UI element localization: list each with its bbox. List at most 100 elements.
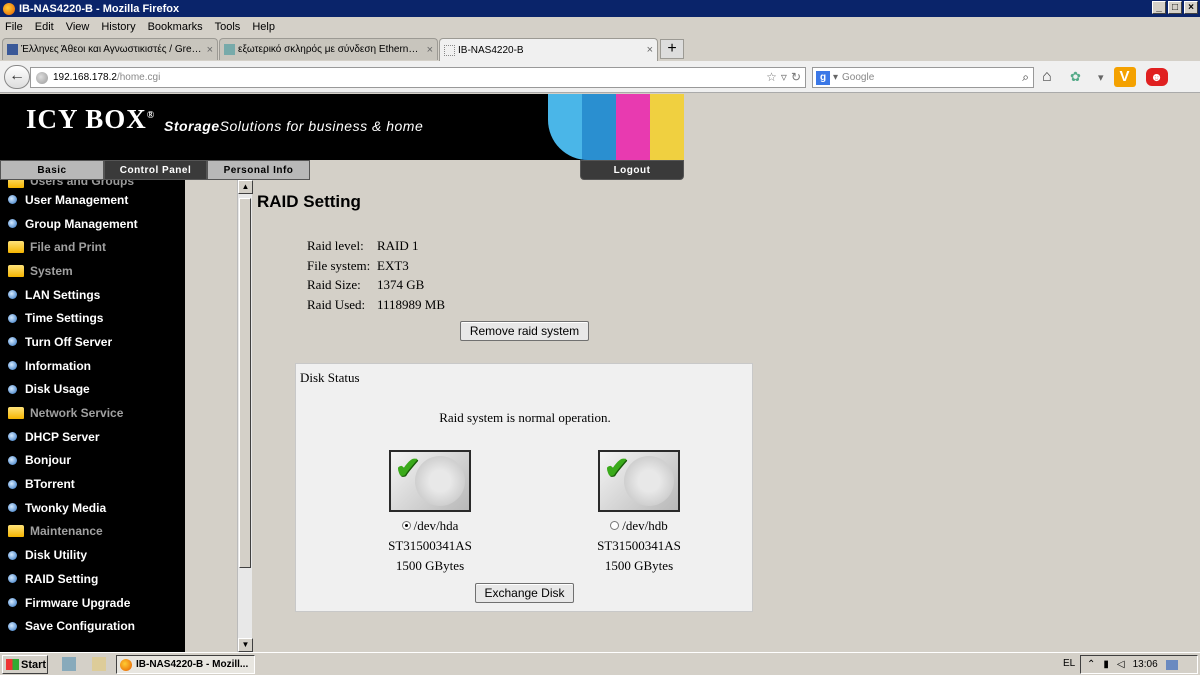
bullet-icon <box>8 195 17 205</box>
search-placeholder: Google <box>842 72 875 83</box>
notification-icon[interactable] <box>1165 659 1178 670</box>
sidebar-item-time-settings[interactable]: Time Settings <box>0 306 185 330</box>
search-engine-dropdown-icon[interactable]: ▾ <box>833 72 838 83</box>
scroll-thumb[interactable] <box>239 198 251 568</box>
nav-control-panel[interactable]: Control Panel <box>104 160 207 180</box>
menu-tools[interactable]: Tools <box>215 21 241 33</box>
sidebar-category-maintenance[interactable]: Maintenance <box>0 520 185 544</box>
disk-size: 1500 GBytes <box>604 558 674 573</box>
file-system-row: File system: EXT3 <box>307 256 445 276</box>
window-titlebar: IB-NAS4220-B - Mozilla Firefox _ □ × <box>0 0 1200 17</box>
brand-logo: ICY BOX® <box>26 104 156 134</box>
disk-radio-hda[interactable] <box>401 521 411 530</box>
home-icon[interactable]: ⌂ <box>1042 68 1060 86</box>
brand-tagline: StorageSolutions for business & home <box>164 118 424 134</box>
sidebar-item-btorrent[interactable]: BTorrent <box>0 472 185 496</box>
logout-button[interactable]: Logout <box>580 160 684 180</box>
info-value: 1118989 MB <box>377 296 446 312</box>
nav-basic[interactable]: Basic <box>0 160 104 180</box>
maximize-button[interactable]: □ <box>1168 1 1182 14</box>
reload-icon[interactable]: ↻ <box>791 70 801 84</box>
raid-info: Raid level: RAID 1 File system: EXT3 Raid … <box>307 236 445 314</box>
menu-bar: File Edit View History Bookmarks Tools H… <box>0 17 1200 36</box>
sidebar-item-user-management[interactable]: User Management <box>0 188 185 212</box>
language-indicator[interactable]: EL <box>1063 658 1075 669</box>
clock[interactable]: 13:06 <box>1133 659 1158 670</box>
addon-icon[interactable]: ✿ <box>1070 68 1088 86</box>
tab-nas[interactable]: IB-NAS4220-B × <box>439 38 658 61</box>
menu-edit[interactable]: Edit <box>35 21 54 33</box>
info-value: EXT3 <box>377 257 409 273</box>
smiley-extension-icon[interactable]: ☻ <box>1145 68 1168 86</box>
sidebar-item-information[interactable]: Information <box>0 354 185 378</box>
menu-help[interactable]: Help <box>252 21 275 33</box>
start-button[interactable]: Start <box>2 655 48 674</box>
bullet-icon <box>8 337 17 347</box>
close-tab-icon[interactable]: × <box>207 44 213 56</box>
taskbar-firefox-item[interactable]: IB-NAS4220-B - Mozill... <box>116 655 255 674</box>
sidebar-item-group-management[interactable]: Group Management <box>0 212 185 236</box>
sidebar-item-save-configuration[interactable]: Save Configuration <box>0 614 185 638</box>
page-content: ICY BOX® StorageSolutions for business &… <box>0 94 1200 652</box>
info-value: 1374 GB <box>377 277 425 292</box>
scroll-down-arrow-icon[interactable]: ▼ <box>238 638 253 652</box>
scroll-up-arrow-icon[interactable]: ▲ <box>238 180 253 194</box>
menu-bookmarks[interactable]: Bookmarks <box>148 21 203 33</box>
disk-device: /dev/hdb <box>622 518 668 533</box>
sidebar-category-users-and-groups[interactable]: Users and Groups <box>0 180 185 188</box>
system-tray: ⌃ ▮ ◁ 13:06 <box>1080 655 1198 674</box>
sidebar-item-bonjour[interactable]: Bonjour <box>0 449 185 473</box>
address-bar[interactable]: 192.168.178.2/home.cgi ☆ ▿ ↻ <box>30 67 806 88</box>
firefox-icon <box>3 2 15 15</box>
search-icon[interactable]: ⌕ <box>1022 70 1029 85</box>
sidebar-item-turn-off-server[interactable]: Turn Off Server <box>0 330 185 354</box>
sidebar-item-raid-setting[interactable]: RAID Setting <box>0 567 185 591</box>
close-window-button[interactable]: × <box>1184 1 1198 14</box>
close-tab-icon[interactable]: × <box>427 44 433 56</box>
exchange-disk-button[interactable]: Exchange Disk <box>475 583 574 603</box>
vivaldi-extension-icon[interactable]: V <box>1113 67 1136 87</box>
url-host: 192.168.178.2 <box>53 72 117 83</box>
bullet-icon <box>8 313 17 323</box>
close-tab-icon[interactable]: × <box>647 44 653 56</box>
info-key: Raid Used: <box>307 296 366 312</box>
bullet-icon <box>8 432 17 442</box>
tab-label: IB-NAS4220-B <box>458 44 524 56</box>
sidebar-item-firmware-upgrade[interactable]: Firmware Upgrade <box>0 591 185 615</box>
sidebar-category-system[interactable]: System <box>0 259 185 283</box>
forum-icon <box>224 44 235 55</box>
tray-expand-icon[interactable]: ⌃ <box>1087 659 1095 670</box>
sidebar-item-disk-utility[interactable]: Disk Utility <box>0 543 185 567</box>
sidebar-item-lan-settings[interactable]: LAN Settings <box>0 283 185 307</box>
addon-dropdown-icon[interactable]: ▾ <box>1098 71 1104 84</box>
menu-file[interactable]: File <box>5 21 23 33</box>
tab-external-disk[interactable]: εξωτερικό σκληρός με σύνδεση Ethernet ..… <box>219 38 438 60</box>
bookmark-star-icon[interactable]: ☆ <box>766 70 777 84</box>
blank-page-icon <box>444 44 455 56</box>
raid-size-row: Raid Size: 1374 GB <box>307 275 445 295</box>
minimize-button[interactable]: _ <box>1152 1 1166 14</box>
sidebar-item-twonky-media[interactable]: Twonky Media <box>0 496 185 520</box>
sidebar-item-dhcp-server[interactable]: DHCP Server <box>0 425 185 449</box>
google-icon[interactable]: g <box>816 70 830 85</box>
bullet-icon <box>8 290 17 300</box>
sidebar-category-network-service[interactable]: Network Service <box>0 401 185 425</box>
nav-personal-info[interactable]: Personal Info <box>207 160 310 180</box>
menu-history[interactable]: History <box>101 21 135 33</box>
sidebar-item-disk-usage[interactable]: Disk Usage <box>0 378 185 402</box>
back-button[interactable]: ← <box>4 65 30 89</box>
explorer-icon[interactable] <box>92 657 106 671</box>
menu-view[interactable]: View <box>66 21 90 33</box>
volume-icon[interactable]: ◁ <box>1117 659 1125 670</box>
remove-raid-button[interactable]: Remove raid system <box>460 321 589 341</box>
window-title: IB-NAS4220-B - Mozilla Firefox <box>19 2 180 15</box>
tab-greek-atheists[interactable]: Έλληνες Άθεοι και Αγνωστικιστές / Gree..… <box>2 38 218 60</box>
new-tab-button[interactable]: + <box>660 39 684 59</box>
show-desktop-icon[interactable] <box>62 657 76 671</box>
disk-radio-hdb[interactable] <box>610 521 620 530</box>
frame-scrollbar[interactable]: ▲ ▼ <box>237 180 253 652</box>
search-bar[interactable]: g ▾ Google ⌕ <box>812 67 1034 88</box>
dropdown-arrow-icon[interactable]: ▿ <box>781 70 787 84</box>
network-icon[interactable]: ▮ <box>1103 659 1109 670</box>
sidebar-category-file-and-print[interactable]: File and Print <box>0 235 185 259</box>
